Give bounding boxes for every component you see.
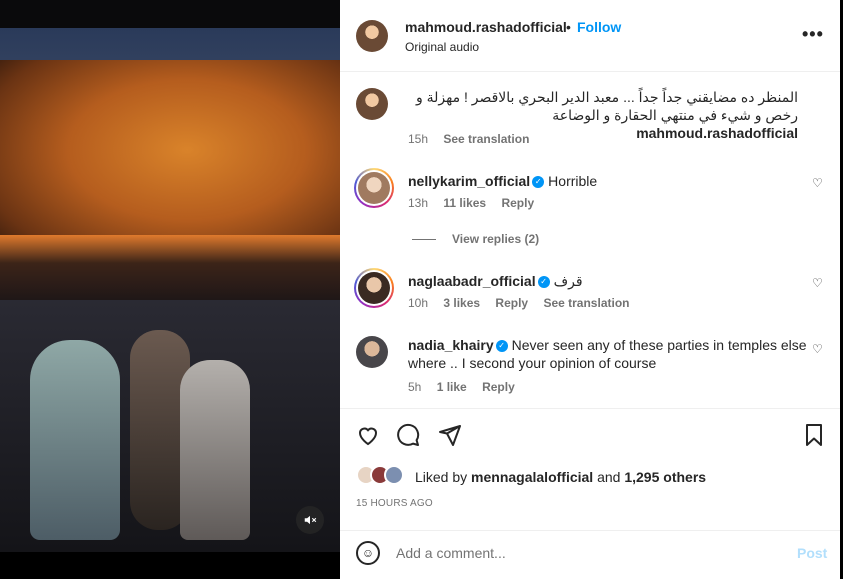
- comment-meta: 13h 11 likes Reply: [408, 196, 546, 210]
- caption-text: المنظر ده مضايقني جداً جداً ... معبد الد…: [415, 89, 798, 123]
- story-ring[interactable]: [354, 268, 394, 308]
- liked-by-prefix: Liked by: [415, 469, 468, 485]
- see-translation-link[interactable]: See translation: [543, 296, 629, 310]
- share-send-icon[interactable]: [438, 423, 462, 452]
- caption-meta: 15h See translation: [408, 132, 541, 146]
- comment-likes[interactable]: 1 like: [437, 380, 467, 394]
- post-details-panel: mahmoud.rashadofficial • Follow Original…: [340, 0, 840, 579]
- commenter-avatar: [358, 272, 390, 304]
- verified-badge-icon: ✓: [532, 176, 545, 189]
- view-replies-button[interactable]: View replies (2): [412, 232, 539, 246]
- author-username[interactable]: mahmoud.rashadofficial: [405, 19, 567, 35]
- author-avatar[interactable]: [356, 88, 388, 120]
- story-ring[interactable]: [354, 168, 394, 208]
- video-temple: [0, 235, 340, 305]
- post-header: mahmoud.rashadofficial • Follow Original…: [340, 0, 840, 72]
- reply-button[interactable]: Reply: [482, 380, 515, 394]
- liked-by-others[interactable]: 1,295 others: [624, 469, 706, 485]
- liked-by-text: Liked by mennagalalofficial and 1,295 ot…: [415, 469, 706, 485]
- more-options-icon[interactable]: •••: [802, 24, 824, 45]
- comment-likes[interactable]: 3 likes: [443, 296, 480, 310]
- comment-input[interactable]: [396, 543, 776, 563]
- like-comment-heart-icon[interactable]: ♡: [812, 342, 823, 356]
- see-translation-link[interactable]: See translation: [443, 132, 529, 146]
- comments-list: المنظر ده مضايقني جداً جداً ... معبد الد…: [340, 72, 840, 408]
- caption-time[interactable]: 15h: [408, 132, 428, 146]
- post-comment-button[interactable]: Post: [797, 545, 827, 561]
- comment-username[interactable]: nellykarim_official: [408, 173, 530, 189]
- emoji-icon[interactable]: ☺: [356, 541, 380, 565]
- liked-by-and: and: [597, 469, 621, 485]
- post-timestamp[interactable]: 15 HOURS AGO: [356, 498, 433, 509]
- audio-label[interactable]: Original audio: [405, 40, 479, 54]
- save-bookmark-icon[interactable]: [802, 423, 826, 452]
- comment-likes[interactable]: 11 likes: [443, 196, 486, 210]
- comment-meta: 10h 3 likes Reply See translation: [408, 296, 641, 310]
- follow-button[interactable]: Follow: [577, 19, 621, 35]
- comment-time[interactable]: 10h: [408, 296, 428, 310]
- post-actions: Liked by mennagalalofficial and 1,295 ot…: [340, 408, 840, 538]
- add-comment-bar: ☺ Post: [340, 530, 840, 579]
- comment-username[interactable]: nadia_khairy: [408, 337, 494, 353]
- comment-meta: 5h 1 like Reply: [408, 380, 527, 394]
- commenter-avatar[interactable]: [356, 336, 388, 368]
- speaker-muted-icon: [304, 515, 317, 525]
- video-cliff: [0, 60, 340, 260]
- verified-badge-icon: ✓: [537, 276, 550, 289]
- replies-divider: [412, 239, 436, 241]
- post-video[interactable]: [0, 0, 340, 579]
- author-avatar[interactable]: [356, 20, 388, 52]
- liked-by-user[interactable]: mennagalalofficial: [471, 469, 593, 485]
- comment-text: Horrible: [548, 173, 598, 189]
- comment-username[interactable]: naglaabadr_official: [408, 273, 536, 289]
- comment-time[interactable]: 5h: [408, 380, 421, 394]
- comment-time[interactable]: 13h: [408, 196, 428, 210]
- like-comment-heart-icon[interactable]: ♡: [812, 176, 823, 190]
- view-replies-label: View replies (2): [452, 232, 540, 246]
- video-figure: [180, 360, 250, 540]
- video-figure: [30, 340, 120, 540]
- comment-bubble-icon[interactable]: [396, 423, 420, 452]
- reply-button[interactable]: Reply: [495, 296, 528, 310]
- like-comment-heart-icon[interactable]: ♡: [812, 276, 823, 290]
- caption-username[interactable]: mahmoud.rashadofficial: [636, 125, 798, 141]
- like-heart-icon[interactable]: [356, 423, 380, 452]
- commenter-avatar: [358, 172, 390, 204]
- mute-button[interactable]: [296, 506, 324, 534]
- reply-button[interactable]: Reply: [501, 196, 534, 210]
- verified-badge-icon: ✓: [495, 340, 508, 353]
- video-bottom-bar: [0, 552, 340, 579]
- separator-dot: •: [566, 19, 571, 35]
- liker-avatar: [384, 465, 404, 485]
- comment-text: قرف: [553, 273, 583, 289]
